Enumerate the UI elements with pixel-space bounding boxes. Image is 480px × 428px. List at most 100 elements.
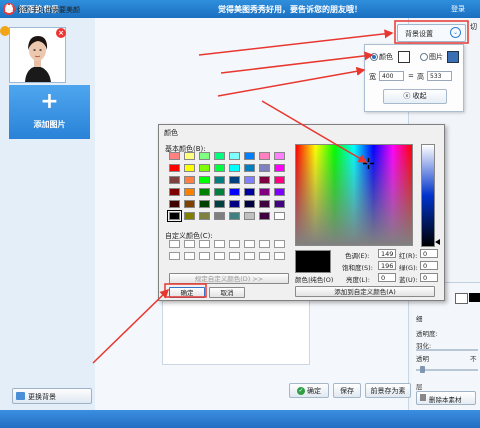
basic-color-swatch[interactable] — [214, 200, 225, 208]
custom-color-swatch[interactable] — [244, 240, 255, 248]
feather-slider[interactable] — [416, 349, 478, 351]
photo-radio[interactable] — [420, 53, 428, 61]
dialog-cancel-button[interactable]: 取消 — [209, 287, 245, 298]
hue-input[interactable]: 149 — [378, 249, 396, 258]
remove-thumbnail-icon[interactable]: × — [56, 28, 66, 38]
basic-color-swatch[interactable] — [244, 188, 255, 196]
basic-color-swatch[interactable] — [229, 188, 240, 196]
basic-color-swatch[interactable] — [199, 212, 210, 220]
custom-color-swatch[interactable] — [184, 240, 195, 248]
basic-color-swatch[interactable] — [199, 188, 210, 196]
basic-color-swatch[interactable] — [214, 164, 225, 172]
photo-picker-icon[interactable] — [447, 51, 459, 63]
basic-color-swatch[interactable] — [214, 188, 225, 196]
custom-color-swatch[interactable] — [229, 240, 240, 248]
height-input[interactable]: 533 — [427, 71, 452, 81]
custom-color-swatch[interactable] — [259, 240, 270, 248]
basic-color-swatch[interactable] — [184, 152, 195, 160]
luminance-input[interactable]: 0 — [378, 273, 396, 282]
basic-color-swatch[interactable] — [274, 152, 285, 160]
basic-color-swatch[interactable] — [259, 164, 270, 172]
basic-color-swatch[interactable] — [229, 152, 240, 160]
opacity-slider[interactable] — [416, 369, 478, 371]
custom-color-swatch[interactable] — [244, 252, 255, 260]
custom-color-swatch[interactable] — [229, 252, 240, 260]
collapse-button[interactable]: ⓧ 收起 — [383, 89, 447, 104]
crosshair-icon[interactable] — [363, 158, 374, 169]
custom-color-swatch[interactable] — [214, 252, 225, 260]
basic-color-swatch[interactable] — [229, 212, 240, 220]
basic-color-swatch[interactable] — [214, 176, 225, 184]
save-as-material-button[interactable]: 前景存为素 — [365, 383, 411, 398]
basic-color-swatch[interactable] — [169, 200, 180, 208]
add-photo-button[interactable]: + 添加图片 — [9, 85, 90, 139]
basic-color-swatch[interactable] — [259, 212, 270, 220]
login-link[interactable]: 登录 — [451, 4, 465, 14]
define-custom-colors-button[interactable]: 规定自定义颜色(D) >> — [169, 273, 289, 284]
background-settings-tab[interactable]: 背景设置 ⌄ — [397, 24, 466, 42]
basic-color-swatch[interactable] — [244, 200, 255, 208]
delete-material-button[interactable]: 删除本素材 — [416, 391, 476, 405]
option-color-box[interactable] — [455, 293, 468, 304]
custom-color-swatch[interactable] — [274, 240, 285, 248]
custom-color-swatch[interactable] — [274, 252, 285, 260]
basic-color-swatch[interactable] — [259, 188, 270, 196]
saturation-input[interactable]: 196 — [378, 261, 396, 270]
basic-color-swatch[interactable] — [244, 164, 255, 172]
basic-color-swatch[interactable] — [169, 176, 180, 184]
green-input[interactable]: 0 — [420, 261, 438, 270]
basic-color-swatch[interactable] — [274, 164, 285, 172]
basic-color-swatch[interactable] — [184, 164, 195, 172]
add-custom-color-button[interactable]: 添加到自定义颜色(A) — [295, 286, 435, 297]
basic-color-swatch[interactable] — [259, 200, 270, 208]
basic-color-swatch[interactable] — [274, 200, 285, 208]
save-button[interactable]: 保存 — [333, 383, 361, 398]
basic-color-swatch[interactable] — [214, 212, 225, 220]
custom-color-swatch[interactable] — [184, 252, 195, 260]
basic-color-swatch[interactable] — [167, 210, 182, 222]
basic-color-swatch[interactable] — [274, 212, 285, 220]
basic-color-swatch[interactable] — [184, 176, 195, 184]
basic-color-swatch[interactable] — [169, 164, 180, 172]
option-color-swatch[interactable] — [469, 293, 480, 302]
basic-color-swatch[interactable] — [199, 200, 210, 208]
basic-color-swatch[interactable] — [274, 188, 285, 196]
basic-color-swatch[interactable] — [199, 152, 210, 160]
basic-color-swatch[interactable] — [229, 200, 240, 208]
basic-color-swatch[interactable] — [229, 164, 240, 172]
basic-color-swatch[interactable] — [229, 176, 240, 184]
basic-color-swatch[interactable] — [244, 212, 255, 220]
dialog-ok-button[interactable]: 确定 — [169, 287, 205, 298]
custom-color-swatch[interactable] — [169, 240, 180, 248]
basic-color-swatch[interactable] — [169, 188, 180, 196]
basic-color-swatch[interactable] — [244, 152, 255, 160]
luminance-arrow-icon[interactable] — [435, 239, 440, 245]
basic-color-swatch[interactable] — [184, 212, 195, 220]
slogan-link[interactable]: 觉得美图秀秀好用，要告诉您的朋友哦！ — [160, 4, 420, 15]
custom-color-swatch[interactable] — [214, 240, 225, 248]
basic-color-swatch[interactable] — [259, 176, 270, 184]
custom-color-swatch[interactable] — [199, 252, 210, 260]
blue-input[interactable]: 0 — [420, 273, 438, 282]
luminance-bar[interactable] — [421, 144, 435, 247]
aspect-lock-icon[interactable]: = — [408, 72, 414, 80]
red-input[interactable]: 0 — [420, 249, 438, 258]
chevron-down-icon[interactable]: ⌄ — [450, 27, 461, 38]
basic-color-swatch[interactable] — [199, 176, 210, 184]
width-input[interactable]: 400 — [379, 71, 404, 81]
replace-background-button[interactable]: 更换背景 — [12, 388, 92, 404]
basic-color-swatch[interactable] — [184, 200, 195, 208]
basic-color-swatch[interactable] — [274, 176, 285, 184]
background-color-swatch[interactable] — [398, 51, 410, 63]
custom-color-swatch[interactable] — [169, 252, 180, 260]
basic-color-swatch[interactable] — [169, 152, 180, 160]
basic-color-swatch[interactable] — [214, 152, 225, 160]
basic-color-swatch[interactable] — [244, 176, 255, 184]
status-text[interactable]: 你的手机也需要美颜 — [17, 5, 80, 15]
basic-color-swatch[interactable] — [199, 164, 210, 172]
color-spectrum[interactable] — [295, 144, 413, 246]
basic-color-swatch[interactable] — [259, 152, 270, 160]
color-radio[interactable] — [370, 53, 378, 61]
slider-handle[interactable] — [420, 366, 425, 373]
custom-color-swatch[interactable] — [259, 252, 270, 260]
